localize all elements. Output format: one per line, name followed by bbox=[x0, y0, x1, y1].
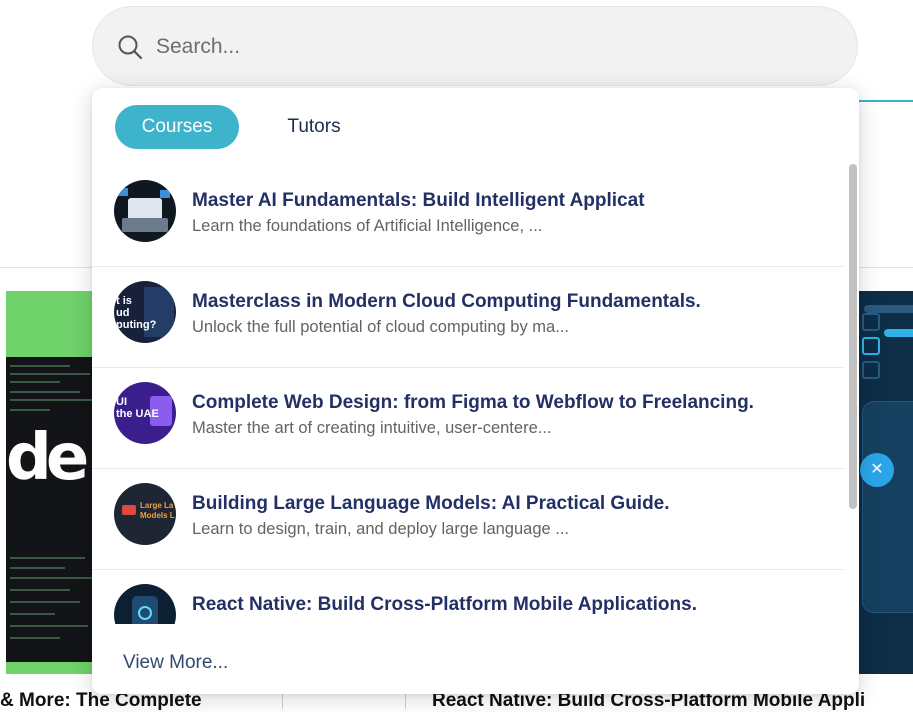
course-title: Master AI Fundamentals: Build Intelligen… bbox=[192, 190, 645, 211]
course-thumbnail bbox=[114, 584, 176, 624]
checkbox-icon bbox=[862, 337, 880, 355]
course-title: Complete Web Design: from Figma to Webfl… bbox=[192, 392, 754, 413]
course-description: Unlock the full potential of cloud compu… bbox=[192, 318, 569, 336]
list-item[interactable]: Large La Models L Building Large Languag… bbox=[92, 469, 844, 570]
search-icon bbox=[118, 35, 143, 60]
list-item[interactable]: t is ud puting? Masterclass in Modern Cl… bbox=[92, 267, 844, 368]
code-screen-image bbox=[6, 357, 106, 662]
course-description: Learn the foundations of Artificial Inte… bbox=[192, 217, 543, 235]
course-description: Master the art of creating intuitive, us… bbox=[192, 419, 552, 437]
search-results-dropdown: Courses Tutors Master AI Fundamentals: B… bbox=[92, 88, 859, 694]
course-title: Building Large Language Models: AI Pract… bbox=[192, 493, 670, 514]
react-badge-icon: ✕ bbox=[860, 453, 894, 487]
list-item[interactable]: Master AI Fundamentals: Build Intelligen… bbox=[92, 166, 844, 267]
search-input[interactable] bbox=[154, 28, 798, 66]
background-course-card-left[interactable]: de bbox=[6, 291, 106, 674]
background-card-frame bbox=[282, 693, 406, 709]
phone-mockup-image bbox=[862, 401, 913, 613]
course-title: React Native: Build Cross-Platform Mobil… bbox=[192, 594, 697, 615]
course-thumbnail: UI the UAE bbox=[114, 382, 176, 444]
course-thumbnail: Large La Models L bbox=[114, 483, 176, 545]
results-list: Master AI Fundamentals: Build Intelligen… bbox=[92, 166, 844, 624]
course-thumbnail: t is ud puting? bbox=[114, 281, 176, 343]
list-item[interactable]: React Native: Build Cross-Platform Mobil… bbox=[92, 570, 844, 624]
course-thumbnail bbox=[114, 180, 176, 242]
view-more-link[interactable]: View More... bbox=[123, 652, 228, 674]
course-title: Masterclass in Modern Cloud Computing Fu… bbox=[192, 291, 701, 312]
list-item[interactable]: UI the UAE Complete Web Design: from Fig… bbox=[92, 368, 844, 469]
scrollbar-thumb[interactable] bbox=[849, 164, 857, 509]
tab-tutors[interactable]: Tutors bbox=[268, 105, 360, 149]
tab-courses[interactable]: Courses bbox=[115, 105, 239, 149]
course-description: Learn to design, train, and deploy large… bbox=[192, 520, 570, 538]
nodejs-logo: de bbox=[6, 421, 89, 495]
